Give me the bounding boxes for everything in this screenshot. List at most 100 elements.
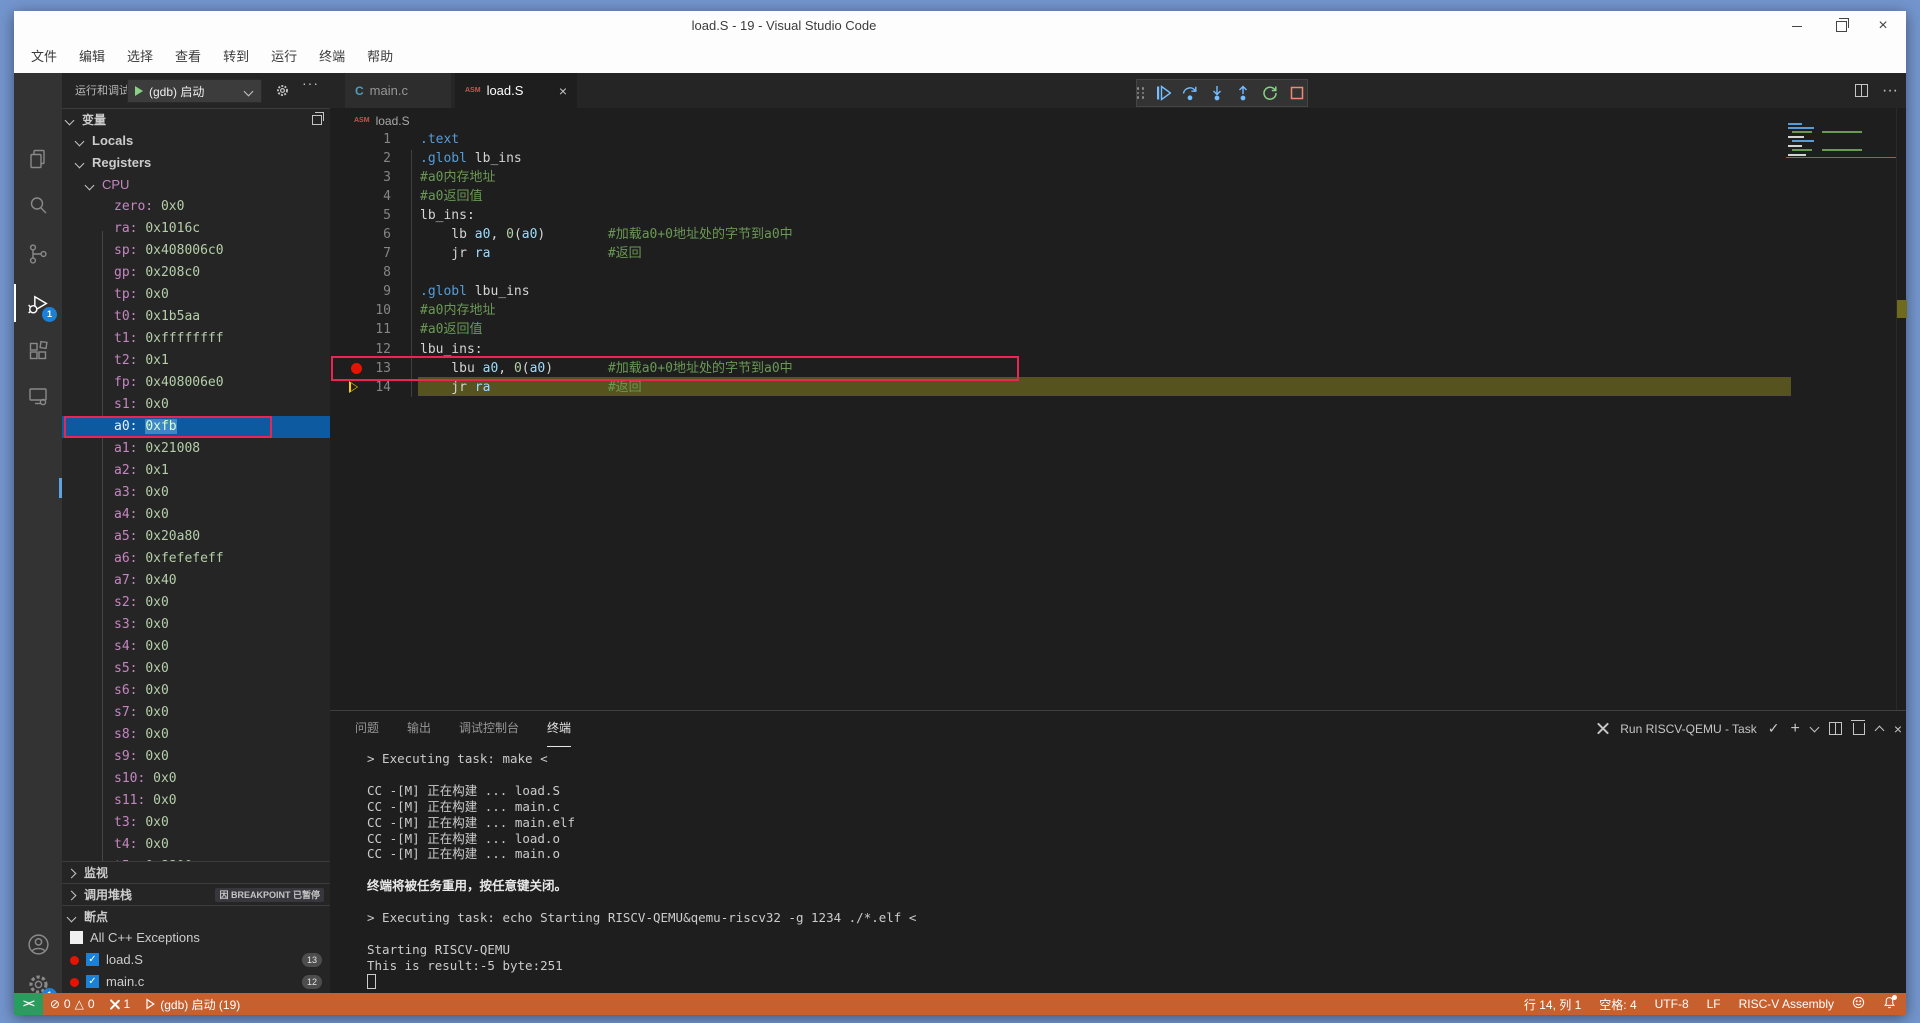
code-line-6[interactable]: 6 lb a0, 0(a0) #加载a0+0地址处的字节到a0中 bbox=[330, 225, 1906, 244]
language-mode[interactable]: RISC-V Assembly bbox=[1739, 997, 1834, 1011]
stop-icon[interactable] bbox=[1286, 82, 1307, 104]
code-line-11[interactable]: 11#a0返回值 bbox=[330, 320, 1906, 339]
tab-close-icon[interactable]: × bbox=[559, 83, 567, 99]
register-row-a0[interactable]: a0: 0xfb bbox=[62, 416, 330, 438]
variables-section-header[interactable]: 变量 bbox=[62, 108, 330, 130]
line-number[interactable]: 3 bbox=[345, 168, 391, 187]
line-number[interactable]: 7 bbox=[345, 244, 391, 263]
breakpoint-item-load-S[interactable]: ✓load.S13 bbox=[62, 949, 330, 971]
tab-load-s[interactable]: ASM load.S × bbox=[455, 73, 577, 108]
call-stack-section-header[interactable]: 调用堆栈因 BREAKPOINT 已暂停 bbox=[62, 883, 330, 905]
panel-tab-问题[interactable]: 问题 bbox=[355, 711, 379, 746]
editor-more-actions-icon[interactable]: ··· bbox=[1882, 82, 1898, 100]
dropdown-chevron-icon[interactable] bbox=[1809, 722, 1819, 732]
breakpoint-checkbox[interactable]: ✓ bbox=[86, 975, 99, 988]
register-row-s3[interactable]: s3: 0x0 bbox=[62, 614, 330, 636]
source-control-icon[interactable] bbox=[14, 231, 62, 277]
breakpoint-checkbox[interactable]: ✓ bbox=[86, 953, 99, 966]
line-number[interactable]: 2 bbox=[345, 149, 391, 168]
indentation[interactable]: 空格: 4 bbox=[1599, 996, 1636, 1013]
register-row-t3[interactable]: t3: 0x0 bbox=[62, 812, 330, 834]
menu-item-运行[interactable]: 运行 bbox=[260, 41, 308, 73]
code-line-10[interactable]: 10#a0内存地址 bbox=[330, 301, 1906, 320]
register-row-a1[interactable]: a1: 0x21008 bbox=[62, 438, 330, 460]
register-row-fp[interactable]: fp: 0x408006e0 bbox=[62, 372, 330, 394]
run-debug-icon[interactable]: 1 bbox=[14, 280, 62, 326]
code-line-2[interactable]: 2.globl lb_ins bbox=[330, 149, 1906, 168]
encoding[interactable]: UTF-8 bbox=[1655, 997, 1689, 1011]
remote-indicator[interactable]: >< bbox=[14, 993, 43, 1015]
register-row-a2[interactable]: a2: 0x1 bbox=[62, 460, 330, 482]
code-line-9[interactable]: 9.globl lbu_ins bbox=[330, 282, 1906, 301]
line-number[interactable]: 9 bbox=[345, 282, 391, 301]
restore-button[interactable] bbox=[1824, 11, 1858, 41]
breakpoint-checkbox[interactable] bbox=[70, 931, 83, 944]
register-row-t4[interactable]: t4: 0x0 bbox=[62, 834, 330, 856]
register-row-a5[interactable]: a5: 0x20a80 bbox=[62, 526, 330, 548]
register-row-ra[interactable]: ra: 0x1016c bbox=[62, 218, 330, 240]
feedback-icon[interactable] bbox=[1852, 996, 1865, 1012]
register-row-t1[interactable]: t1: 0xffffffff bbox=[62, 328, 330, 350]
terminal-task-label[interactable]: Run RISCV-QEMU - Task bbox=[1620, 722, 1756, 736]
tasks-status[interactable]: 1 bbox=[102, 993, 138, 1015]
register-row-a4[interactable]: a4: 0x0 bbox=[62, 504, 330, 526]
close-panel-icon[interactable]: × bbox=[1894, 721, 1902, 737]
debug-settings-gear-icon[interactable] bbox=[275, 83, 290, 101]
files-icon[interactable] bbox=[14, 136, 62, 182]
step-into-icon[interactable] bbox=[1206, 82, 1227, 104]
menu-item-查看[interactable]: 查看 bbox=[164, 41, 212, 73]
breakpoint-dot[interactable] bbox=[351, 363, 362, 374]
menu-item-编辑[interactable]: 编辑 bbox=[68, 41, 116, 73]
step-out-icon[interactable] bbox=[1233, 82, 1254, 104]
panel-tab-终端[interactable]: 终端 bbox=[547, 711, 571, 747]
register-row-s11[interactable]: s11: 0x0 bbox=[62, 790, 330, 812]
register-row-s2[interactable]: s2: 0x0 bbox=[62, 592, 330, 614]
code-line-3[interactable]: 3#a0内存地址 bbox=[330, 168, 1906, 187]
breakpoints-section-header[interactable]: 断点 bbox=[62, 905, 330, 927]
code-line-1[interactable]: 1.text bbox=[330, 130, 1906, 149]
extensions-icon[interactable] bbox=[14, 328, 62, 374]
maximize-panel-icon[interactable] bbox=[1874, 726, 1884, 736]
split-terminal-icon[interactable] bbox=[1829, 722, 1842, 735]
cpu-group[interactable]: CPU bbox=[62, 174, 330, 196]
register-row-tp[interactable]: tp: 0x0 bbox=[62, 284, 330, 306]
register-row-s9[interactable]: s9: 0x0 bbox=[62, 746, 330, 768]
line-number[interactable]: 4 bbox=[345, 187, 391, 206]
panel-tab-调试控制台[interactable]: 调试控制台 bbox=[459, 711, 519, 746]
search-icon[interactable] bbox=[14, 182, 62, 228]
notifications-bell-icon[interactable] bbox=[1883, 996, 1896, 1012]
line-number[interactable]: 5 bbox=[345, 206, 391, 225]
register-row-t0[interactable]: t0: 0x1b5aa bbox=[62, 306, 330, 328]
register-row-s6[interactable]: s6: 0x0 bbox=[62, 680, 330, 702]
breakpoint-item-All-C-Exceptions[interactable]: All C++ Exceptions bbox=[62, 927, 330, 949]
continue-icon[interactable] bbox=[1153, 82, 1174, 104]
register-row-s7[interactable]: s7: 0x0 bbox=[62, 702, 330, 724]
cursor-position[interactable]: 行 14, 列 1 bbox=[1524, 996, 1581, 1013]
register-row-s1[interactable]: s1: 0x0 bbox=[62, 394, 330, 416]
code-line-8[interactable]: 8 bbox=[330, 263, 1906, 282]
new-terminal-icon[interactable]: + bbox=[1790, 720, 1799, 738]
step-over-icon[interactable] bbox=[1180, 82, 1201, 104]
start-debug-icon[interactable] bbox=[135, 86, 143, 96]
close-button[interactable]: × bbox=[1866, 11, 1900, 41]
problems-status[interactable]: ⊘ 0 △ 0 bbox=[43, 993, 102, 1015]
more-actions-icon[interactable]: ··· bbox=[302, 75, 319, 91]
menu-item-选择[interactable]: 选择 bbox=[116, 41, 164, 73]
register-row-s8[interactable]: s8: 0x0 bbox=[62, 724, 330, 746]
register-row-a6[interactable]: a6: 0xfefefeff bbox=[62, 548, 330, 570]
code-line-4[interactable]: 4#a0返回值 bbox=[330, 187, 1906, 206]
register-row-s10[interactable]: s10: 0x0 bbox=[62, 768, 330, 790]
terminal-output[interactable]: > Executing task: make < CC -[M] 正在构建 ..… bbox=[367, 751, 916, 991]
line-number[interactable]: 1 bbox=[345, 130, 391, 149]
register-row-gp[interactable]: gp: 0x208c0 bbox=[62, 262, 330, 284]
panel-tab-输出[interactable]: 输出 bbox=[407, 711, 431, 746]
locals-group[interactable]: Locals bbox=[62, 130, 330, 152]
register-row-t2[interactable]: t2: 0x1 bbox=[62, 350, 330, 372]
register-row-s4[interactable]: s4: 0x0 bbox=[62, 636, 330, 658]
menu-item-文件[interactable]: 文件 bbox=[20, 41, 68, 73]
line-number[interactable]: 6 bbox=[345, 225, 391, 244]
register-row-zero[interactable]: zero: 0x0 bbox=[62, 196, 330, 218]
menu-item-帮助[interactable]: 帮助 bbox=[356, 41, 404, 73]
watch-section-header[interactable]: 监视 bbox=[62, 861, 330, 883]
debug-session-status[interactable]: (gdb) 启动 (19) bbox=[137, 993, 247, 1015]
